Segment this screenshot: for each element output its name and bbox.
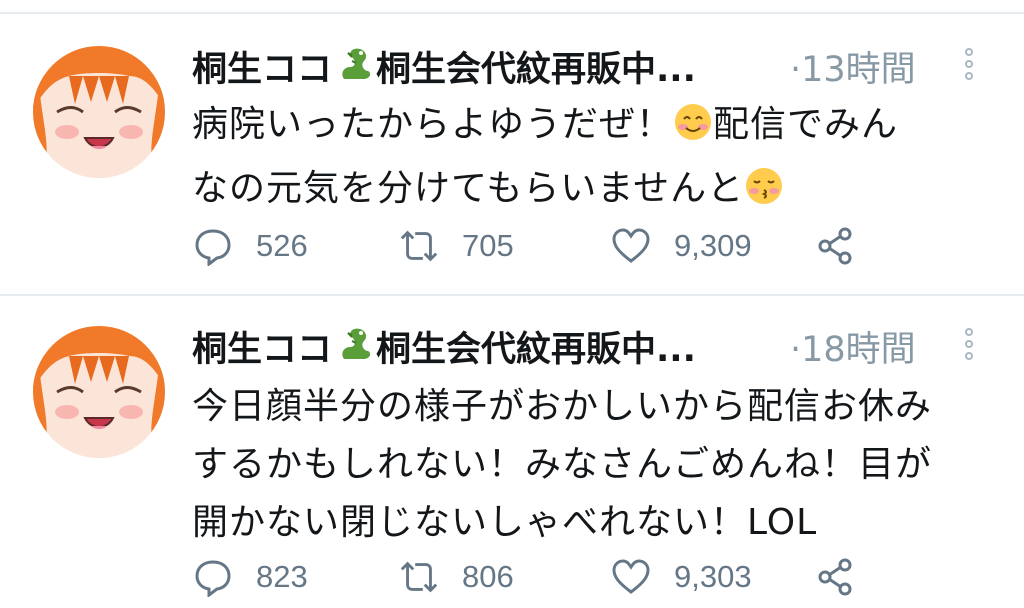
tweet-text-line: なの元気を分けてもらいませんと [192,168,745,209]
display-name[interactable]: 桐生ココ 桐生会代紋再販中... [192,322,696,380]
like-button[interactable]: 9,303 [610,553,752,601]
tweet-header: 桐生ココ 桐生会代紋再販中... ·13時間 [192,42,982,98]
reply-count: 526 [256,228,308,263]
heart-icon [610,556,652,598]
name-part2: 桐生会代紋再販中... [376,330,696,370]
more-options-icon[interactable] [962,48,976,92]
share-button[interactable] [814,222,856,270]
name-part2: 桐生会代紋再販中... [376,50,696,90]
display-name[interactable]: 桐生ココ 桐生会代紋再販中... [192,42,696,100]
avatar[interactable] [33,326,165,458]
retweet-count: 806 [462,559,514,594]
retweet-count: 705 [462,228,514,263]
retweet-icon [398,556,440,598]
tweet-divider [0,294,1024,296]
timestamp[interactable]: ·13時間 [790,42,916,98]
share-icon [814,556,856,598]
like-button[interactable]: 9,309 [610,222,752,270]
more-options-icon[interactable] [962,328,976,372]
smiling-face-emoji-icon [673,102,713,160]
dragon-emoji-icon [334,323,374,380]
tweet-text-line: するかもしれない！みなさんごめんね！目が [192,444,933,485]
retweet-icon [398,225,440,267]
tweet-header: 桐生ココ 桐生会代紋再販中... ·18時間 [192,322,982,378]
timestamp[interactable]: ·18時間 [790,322,916,378]
kissing-face-emoji-icon [744,166,784,224]
top-divider [0,12,1024,14]
name-part1: 桐生ココ [192,50,333,90]
tweet-text: 今日顔半分の様子がおかしいから配信お休み するかもしれない！みなさんごめんね！目… [192,378,992,552]
tweet-text-line: 今日顔半分の様子がおかしいから配信お休み [192,386,933,427]
like-count: 9,309 [674,228,752,263]
reply-button[interactable]: 526 [192,222,308,270]
reply-count: 823 [256,559,308,594]
retweet-button[interactable]: 806 [398,553,514,601]
tweet-actions: 823 806 9,303 [192,553,892,601]
reply-button[interactable]: 823 [192,553,308,601]
dragon-emoji-icon [334,43,374,100]
tweet-text-line: 配信でみん [713,104,899,145]
share-button[interactable] [814,553,856,601]
reply-icon [192,556,234,598]
name-part1: 桐生ココ [192,330,333,370]
tweet-text-line: 開かない閉じないしゃべれない！LOL [192,502,818,543]
reply-icon [192,225,234,267]
tweet-actions: 526 705 9,309 [192,222,892,270]
tweet-text-line: 病院いったからよゆうだぜ！ [192,104,674,145]
tweet-text: 病院いったからよゆうだぜ！ 配信でみん なの元気を分けてもらいませんと [192,96,992,224]
heart-icon [610,225,652,267]
share-icon [814,225,856,267]
like-count: 9,303 [674,559,752,594]
retweet-button[interactable]: 705 [398,222,514,270]
avatar[interactable] [33,46,165,178]
